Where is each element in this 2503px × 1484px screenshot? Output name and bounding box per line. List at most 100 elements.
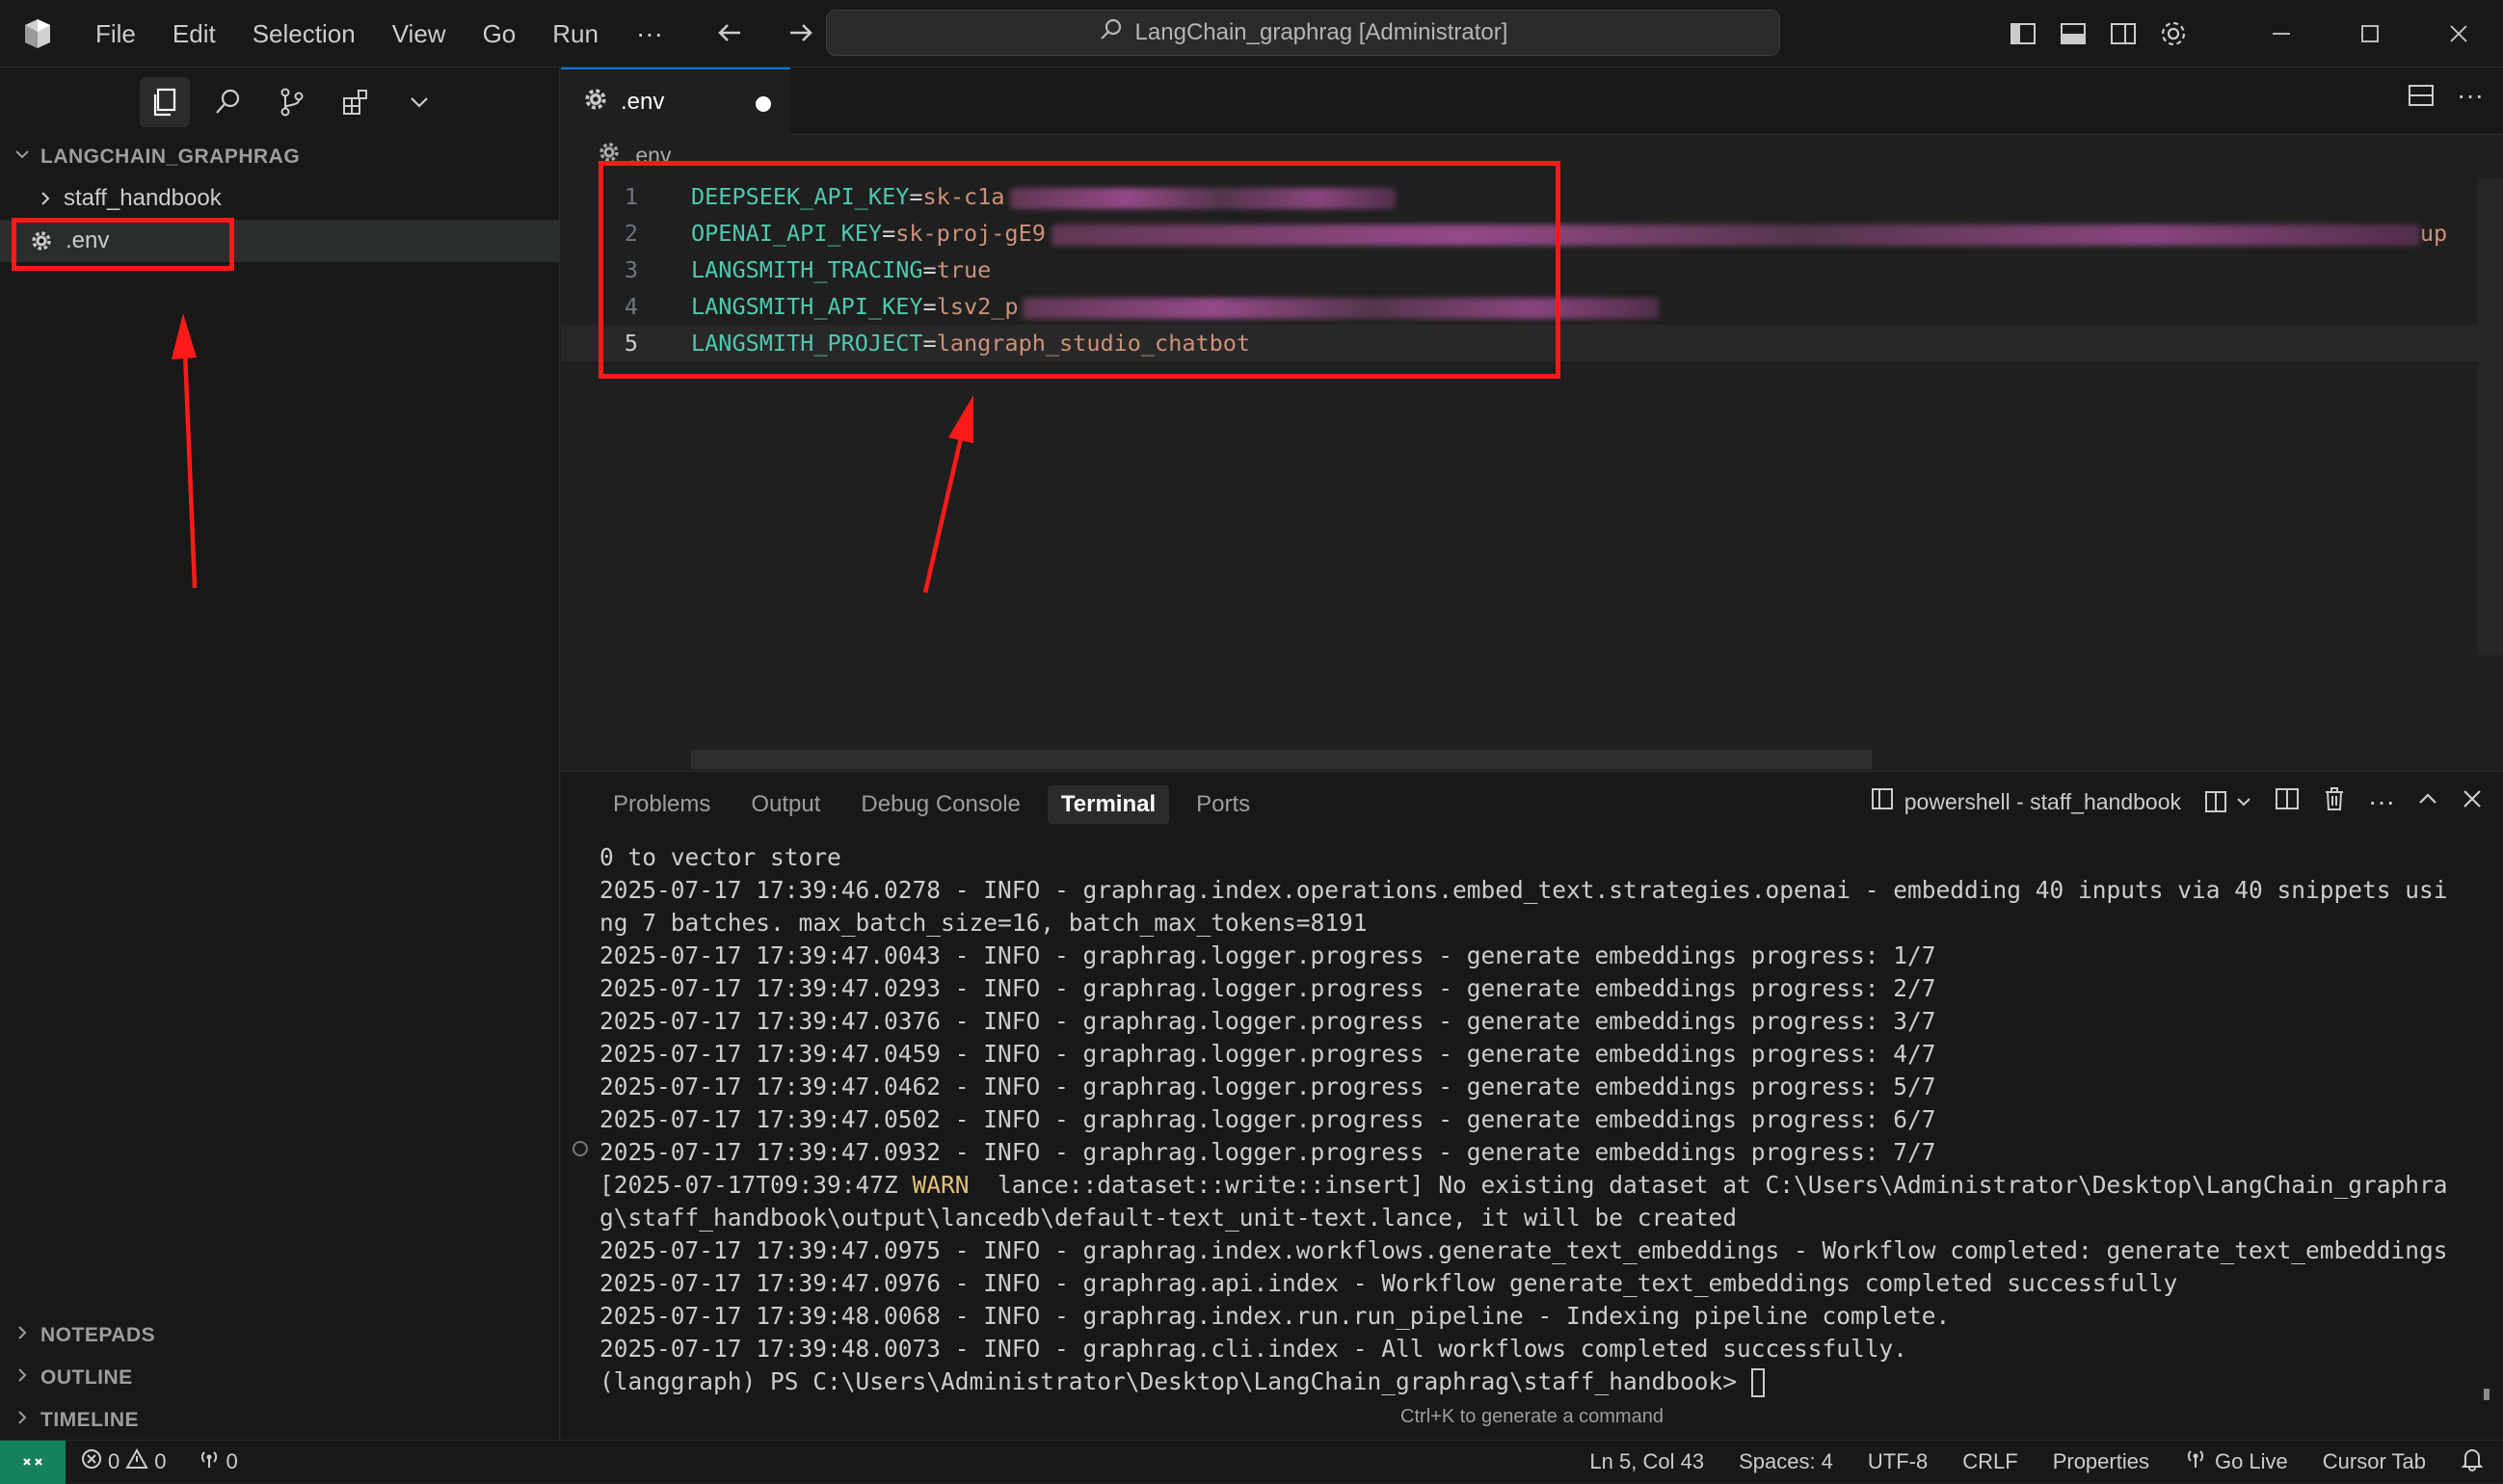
split-editor-icon[interactable]	[2405, 79, 2437, 117]
close-window-icon[interactable]	[2414, 0, 2503, 67]
toggle-secondary-sidebar-icon[interactable]	[2098, 9, 2148, 59]
outline-section[interactable]: OUTLINE	[13, 1361, 133, 1395]
status-left: 0 0 0	[81, 1447, 238, 1475]
warning-icon	[125, 1447, 148, 1475]
chevron-down-icon	[13, 146, 31, 169]
maximize-panel-icon[interactable]	[2416, 787, 2439, 816]
status-right: Ln 5, Col 43 Spaces: 4 UTF-8 CRLF Proper…	[1589, 1446, 2484, 1477]
trash-icon[interactable]	[2322, 785, 2347, 818]
more-actions-icon[interactable]: ···	[2457, 79, 2484, 117]
terminal-line: 2025-07-17 17:39:47.0459 - INFO - graphr…	[599, 1040, 1936, 1068]
new-terminal-icon[interactable]	[2202, 788, 2252, 815]
annotation-arrow-icon	[922, 395, 973, 594]
terminal-name: powershell - staff_handbook	[1904, 788, 2182, 814]
terminal-line: 2025-07-17 17:39:47.0462 - INFO - graphr…	[599, 1073, 1936, 1100]
language-mode[interactable]: Properties	[2053, 1449, 2149, 1474]
tab-output[interactable]: Output	[737, 785, 834, 824]
panel-tabs: Problems Output Debug Console Terminal P…	[599, 785, 1264, 824]
terminal-line: 2025-07-17 17:39:47.0376 - INFO - graphr…	[599, 1007, 1936, 1035]
forward-arrow-icon[interactable]	[780, 12, 822, 54]
gear-icon	[584, 88, 607, 118]
editor-vertical-scrollbar[interactable]	[2478, 178, 2503, 655]
bottom-panel: Problems Output Debug Console Terminal P…	[561, 771, 2503, 1440]
menu-run[interactable]: Run	[534, 0, 617, 67]
tab-label: .env	[621, 89, 665, 115]
timeline-section[interactable]: TIMELINE	[13, 1403, 139, 1438]
cursor-tab[interactable]: Cursor Tab	[2323, 1449, 2426, 1474]
split-terminal-icon[interactable]	[2274, 785, 2301, 818]
extensions-icon[interactable]	[331, 77, 381, 127]
search-view-icon[interactable]	[203, 77, 253, 127]
editor-actions: ···	[2405, 79, 2484, 117]
terminal-line: 2025-07-17 17:39:46.0278 - INFO - graphr…	[599, 876, 2448, 904]
command-center[interactable]: LangChain_graphrag [Administrator]	[826, 10, 1780, 56]
chevron-right-icon	[13, 1409, 31, 1432]
toggle-sidebar-icon[interactable]	[1998, 9, 2048, 59]
more-actions-icon[interactable]: ···	[2368, 786, 2395, 817]
terminal-prompt[interactable]: (langgraph) PS C:\Users\Administrator\De…	[599, 1365, 2469, 1398]
tab-problems[interactable]: Problems	[599, 785, 724, 824]
terminal-hint: Ctrl+K to generate a command	[1400, 1406, 1664, 1427]
section-title: NOTEPADS	[40, 1324, 156, 1346]
chevron-right-icon	[13, 1366, 31, 1390]
menu-selection[interactable]: Selection	[234, 0, 374, 67]
source-control-icon[interactable]	[267, 77, 317, 127]
tree-folder-staff-handbook[interactable]: staff_handbook	[0, 177, 559, 220]
menu-view[interactable]: View	[374, 0, 465, 67]
toggle-panel-icon[interactable]	[2048, 9, 2098, 59]
tab-terminal[interactable]: Terminal	[1047, 785, 1170, 824]
section-title: TIMELINE	[40, 1409, 139, 1431]
back-arrow-icon[interactable]	[708, 12, 751, 54]
navigation-arrows	[708, 12, 822, 54]
sidebar-view-tabs	[140, 77, 444, 127]
terminal-line: 2025-07-17 17:39:47.0975 - INFO - graphr…	[599, 1236, 2448, 1264]
broadcast-icon	[2184, 1447, 2207, 1476]
editor-horizontal-scrollbar[interactable]	[691, 750, 1872, 769]
search-icon	[1099, 17, 1124, 49]
minimize-icon[interactable]	[2237, 0, 2326, 67]
menu-go[interactable]: Go	[465, 0, 535, 67]
terminal-warn-line: [2025-07-17T09:39:47Z WARN lance::datase…	[599, 1171, 2448, 1199]
remote-indicator-icon[interactable]	[0, 1440, 66, 1484]
terminal-output[interactable]: 0 to vector store 2025-07-17 17:39:46.027…	[599, 841, 2469, 1398]
title-right-controls	[1998, 0, 2503, 67]
command-decoration-icon[interactable]	[572, 1141, 588, 1156]
editor-tab-bar: .env ···	[561, 67, 2503, 135]
go-live-label: Go Live	[2214, 1449, 2288, 1473]
terminal-line: 0 to vector store	[599, 843, 841, 871]
chevron-down-icon[interactable]	[394, 77, 444, 127]
settings-gear-icon[interactable]	[2148, 9, 2198, 59]
ports-status[interactable]: 0	[198, 1448, 238, 1475]
tab-ports[interactable]: Ports	[1183, 785, 1264, 824]
indentation[interactable]: Spaces: 4	[1739, 1449, 1833, 1474]
close-panel-icon[interactable]	[2461, 787, 2484, 816]
notepads-section[interactable]: NOTEPADS	[13, 1318, 155, 1353]
unsaved-dot-icon[interactable]	[756, 96, 771, 112]
maximize-icon[interactable]	[2326, 0, 2414, 67]
annotation-arrow-icon	[172, 313, 198, 589]
terminal-line: 2025-07-17 17:39:47.0293 - INFO - graphr…	[599, 974, 1936, 1002]
terminal-cursor	[1750, 1368, 1765, 1397]
workspace-header[interactable]: LANGCHAIN_GRAPHRAG	[13, 140, 300, 174]
terminal-line: 2025-07-17 17:39:47.0932 - INFO - graphr…	[599, 1138, 1936, 1166]
bell-icon[interactable]	[2461, 1446, 2484, 1477]
error-count: 0	[108, 1449, 120, 1473]
tab-debug-console[interactable]: Debug Console	[847, 785, 1033, 824]
app-logo-icon	[13, 10, 62, 58]
encoding[interactable]: UTF-8	[1868, 1449, 1928, 1474]
problems-status[interactable]: 0 0	[81, 1447, 167, 1475]
terminal-instance[interactable]: powershell - staff_handbook	[1870, 786, 2181, 817]
tab-env[interactable]: .env	[561, 67, 790, 135]
menu-file[interactable]: File	[77, 0, 154, 67]
menu-edit[interactable]: Edit	[154, 0, 234, 67]
panel-actions: powershell - staff_handbook ···	[1870, 785, 2484, 818]
explorer-files-icon[interactable]	[140, 77, 190, 127]
go-live-button[interactable]: Go Live	[2184, 1447, 2288, 1476]
terminal-line: 2025-07-17 17:39:48.0068 - INFO - graphr…	[599, 1302, 1951, 1330]
cursor-position[interactable]: Ln 5, Col 43	[1589, 1449, 1704, 1474]
explorer-sidebar: LANGCHAIN_GRAPHRAG staff_handbook .env N…	[0, 67, 560, 1440]
line-ending[interactable]: CRLF	[1962, 1449, 2017, 1474]
menu-more-icon[interactable]: ···	[617, 18, 682, 49]
annotation-box-env-file	[12, 218, 234, 271]
terminal-scroll-indicator	[2484, 1389, 2490, 1400]
